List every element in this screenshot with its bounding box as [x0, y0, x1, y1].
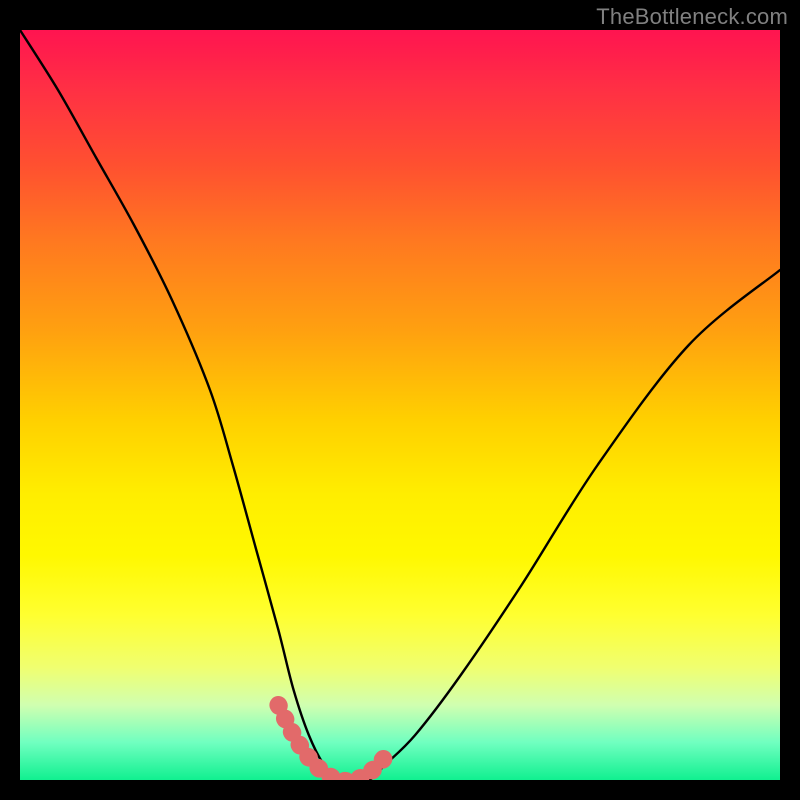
optimal-region-highlight [278, 705, 384, 780]
attribution-text: TheBottleneck.com [596, 4, 788, 30]
bottleneck-curve [20, 30, 780, 780]
chart-stage: TheBottleneck.com [0, 0, 800, 800]
curve-layer [20, 30, 780, 780]
plot-area [20, 30, 780, 780]
